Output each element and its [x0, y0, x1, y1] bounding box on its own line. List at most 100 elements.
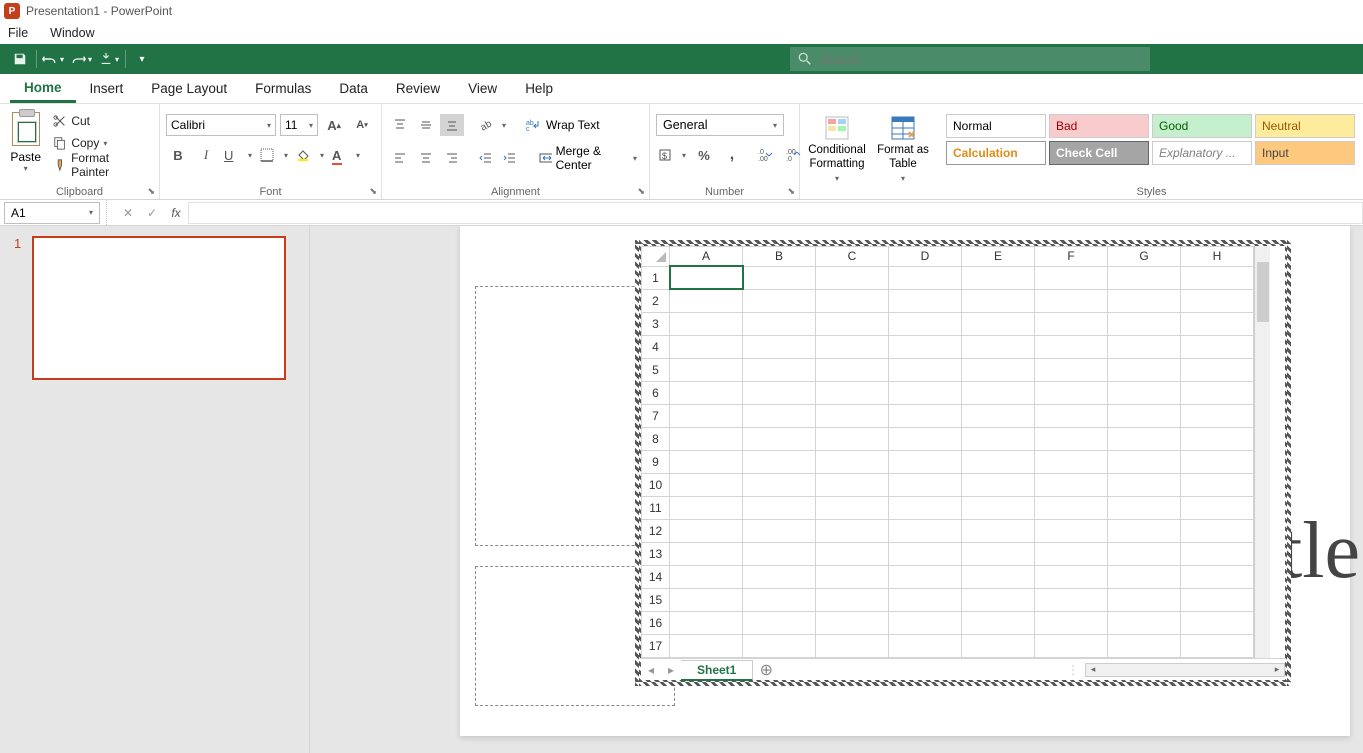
- cell[interactable]: [670, 404, 743, 427]
- cell[interactable]: [816, 381, 889, 404]
- cell[interactable]: [743, 358, 816, 381]
- cell[interactable]: [743, 266, 816, 289]
- dialog-launcher-icon[interactable]: ⬊: [637, 186, 645, 197]
- scroll-left-button[interactable]: ◂: [1086, 664, 1100, 676]
- column-header[interactable]: B: [743, 247, 816, 267]
- conditional-formatting-button[interactable]: Conditional Formatting▾: [806, 110, 868, 183]
- dialog-launcher-icon[interactable]: ⬊: [369, 186, 377, 197]
- cell[interactable]: [1181, 312, 1254, 335]
- underline-button[interactable]: U▾: [222, 144, 254, 166]
- cell[interactable]: [889, 519, 962, 542]
- cell[interactable]: [1108, 266, 1181, 289]
- cell[interactable]: [816, 611, 889, 634]
- style-explanatory[interactable]: Explanatory ...: [1152, 141, 1252, 165]
- row-header[interactable]: 12: [642, 519, 670, 542]
- cell[interactable]: [743, 588, 816, 611]
- cell[interactable]: [1108, 312, 1181, 335]
- cell[interactable]: [1181, 519, 1254, 542]
- row-header[interactable]: 1: [642, 266, 670, 289]
- cell[interactable]: [816, 289, 889, 312]
- cell[interactable]: [889, 611, 962, 634]
- cell[interactable]: [743, 611, 816, 634]
- cell[interactable]: [962, 381, 1035, 404]
- cell[interactable]: [1108, 588, 1181, 611]
- fill-color-button[interactable]: ▾: [294, 144, 326, 166]
- redo-button[interactable]: ▾: [67, 47, 95, 71]
- cell[interactable]: [1035, 381, 1108, 404]
- decrease-indent-button[interactable]: [476, 147, 496, 169]
- border-button[interactable]: ▾: [258, 144, 290, 166]
- cell[interactable]: [1108, 565, 1181, 588]
- row-header[interactable]: 16: [642, 611, 670, 634]
- menu-window[interactable]: Window: [46, 24, 98, 42]
- dialog-launcher-icon[interactable]: ⬊: [787, 186, 795, 197]
- cell[interactable]: [889, 542, 962, 565]
- style-neutral[interactable]: Neutral: [1255, 114, 1355, 138]
- cell[interactable]: [816, 519, 889, 542]
- cell[interactable]: [670, 519, 743, 542]
- align-middle-button[interactable]: [414, 114, 438, 136]
- cell[interactable]: [670, 312, 743, 335]
- row-header[interactable]: 14: [642, 565, 670, 588]
- increase-indent-button[interactable]: [500, 147, 520, 169]
- style-input[interactable]: Input: [1255, 141, 1355, 165]
- tab-insert[interactable]: Insert: [76, 76, 138, 101]
- orientation-button[interactable]: ab ▾: [476, 114, 508, 136]
- column-header[interactable]: H: [1181, 247, 1254, 267]
- select-all-corner[interactable]: [642, 247, 670, 267]
- cell[interactable]: [962, 496, 1035, 519]
- cell[interactable]: [1035, 312, 1108, 335]
- increase-font-button[interactable]: A▴: [322, 114, 346, 136]
- cell[interactable]: [962, 404, 1035, 427]
- cell[interactable]: [889, 335, 962, 358]
- cell[interactable]: [1035, 496, 1108, 519]
- row-header[interactable]: 6: [642, 381, 670, 404]
- cell[interactable]: [816, 358, 889, 381]
- tab-review[interactable]: Review: [382, 76, 454, 101]
- cell[interactable]: [889, 381, 962, 404]
- cell[interactable]: [1181, 473, 1254, 496]
- cell[interactable]: [670, 427, 743, 450]
- enter-formula-button[interactable]: ✓: [140, 206, 164, 220]
- column-header[interactable]: G: [1108, 247, 1181, 267]
- tab-help[interactable]: Help: [511, 76, 567, 101]
- cell[interactable]: [1035, 634, 1108, 657]
- tab-view[interactable]: View: [454, 76, 511, 101]
- row-header[interactable]: 4: [642, 335, 670, 358]
- search-box[interactable]: [790, 47, 1150, 71]
- touch-mode-button[interactable]: ▾: [95, 47, 123, 71]
- vertical-scrollbar[interactable]: [1254, 246, 1270, 658]
- cell[interactable]: [816, 404, 889, 427]
- cell[interactable]: [1035, 588, 1108, 611]
- font-name-dropdown[interactable]: Calibri▾: [166, 114, 276, 136]
- cell[interactable]: [1181, 496, 1254, 519]
- column-header[interactable]: F: [1035, 247, 1108, 267]
- cell[interactable]: [1035, 450, 1108, 473]
- cell[interactable]: [962, 542, 1035, 565]
- row-header[interactable]: 15: [642, 588, 670, 611]
- cell[interactable]: [743, 473, 816, 496]
- cell-a1[interactable]: [670, 266, 743, 289]
- cell[interactable]: [1035, 542, 1108, 565]
- paste-button[interactable]: Paste ▾: [6, 110, 45, 173]
- cell[interactable]: [1181, 358, 1254, 381]
- column-header[interactable]: C: [816, 247, 889, 267]
- cell[interactable]: [1181, 634, 1254, 657]
- embedded-spreadsheet[interactable]: A B C D E F G H 1 2 3 4: [635, 240, 1291, 686]
- cell[interactable]: [1181, 381, 1254, 404]
- cell[interactable]: [1181, 427, 1254, 450]
- cell[interactable]: [816, 473, 889, 496]
- cell[interactable]: [962, 519, 1035, 542]
- cell[interactable]: [1181, 611, 1254, 634]
- decrease-font-button[interactable]: A▾: [350, 114, 374, 136]
- align-right-button[interactable]: [440, 147, 464, 169]
- cell[interactable]: [816, 266, 889, 289]
- cell[interactable]: [962, 289, 1035, 312]
- slide-canvas[interactable]: tle A B C D E F G H: [310, 226, 1363, 753]
- cell[interactable]: [1108, 634, 1181, 657]
- cell[interactable]: [889, 588, 962, 611]
- tab-split-handle[interactable]: ⋮: [1067, 663, 1079, 677]
- cell[interactable]: [1108, 289, 1181, 312]
- cell[interactable]: [962, 427, 1035, 450]
- cell[interactable]: [743, 381, 816, 404]
